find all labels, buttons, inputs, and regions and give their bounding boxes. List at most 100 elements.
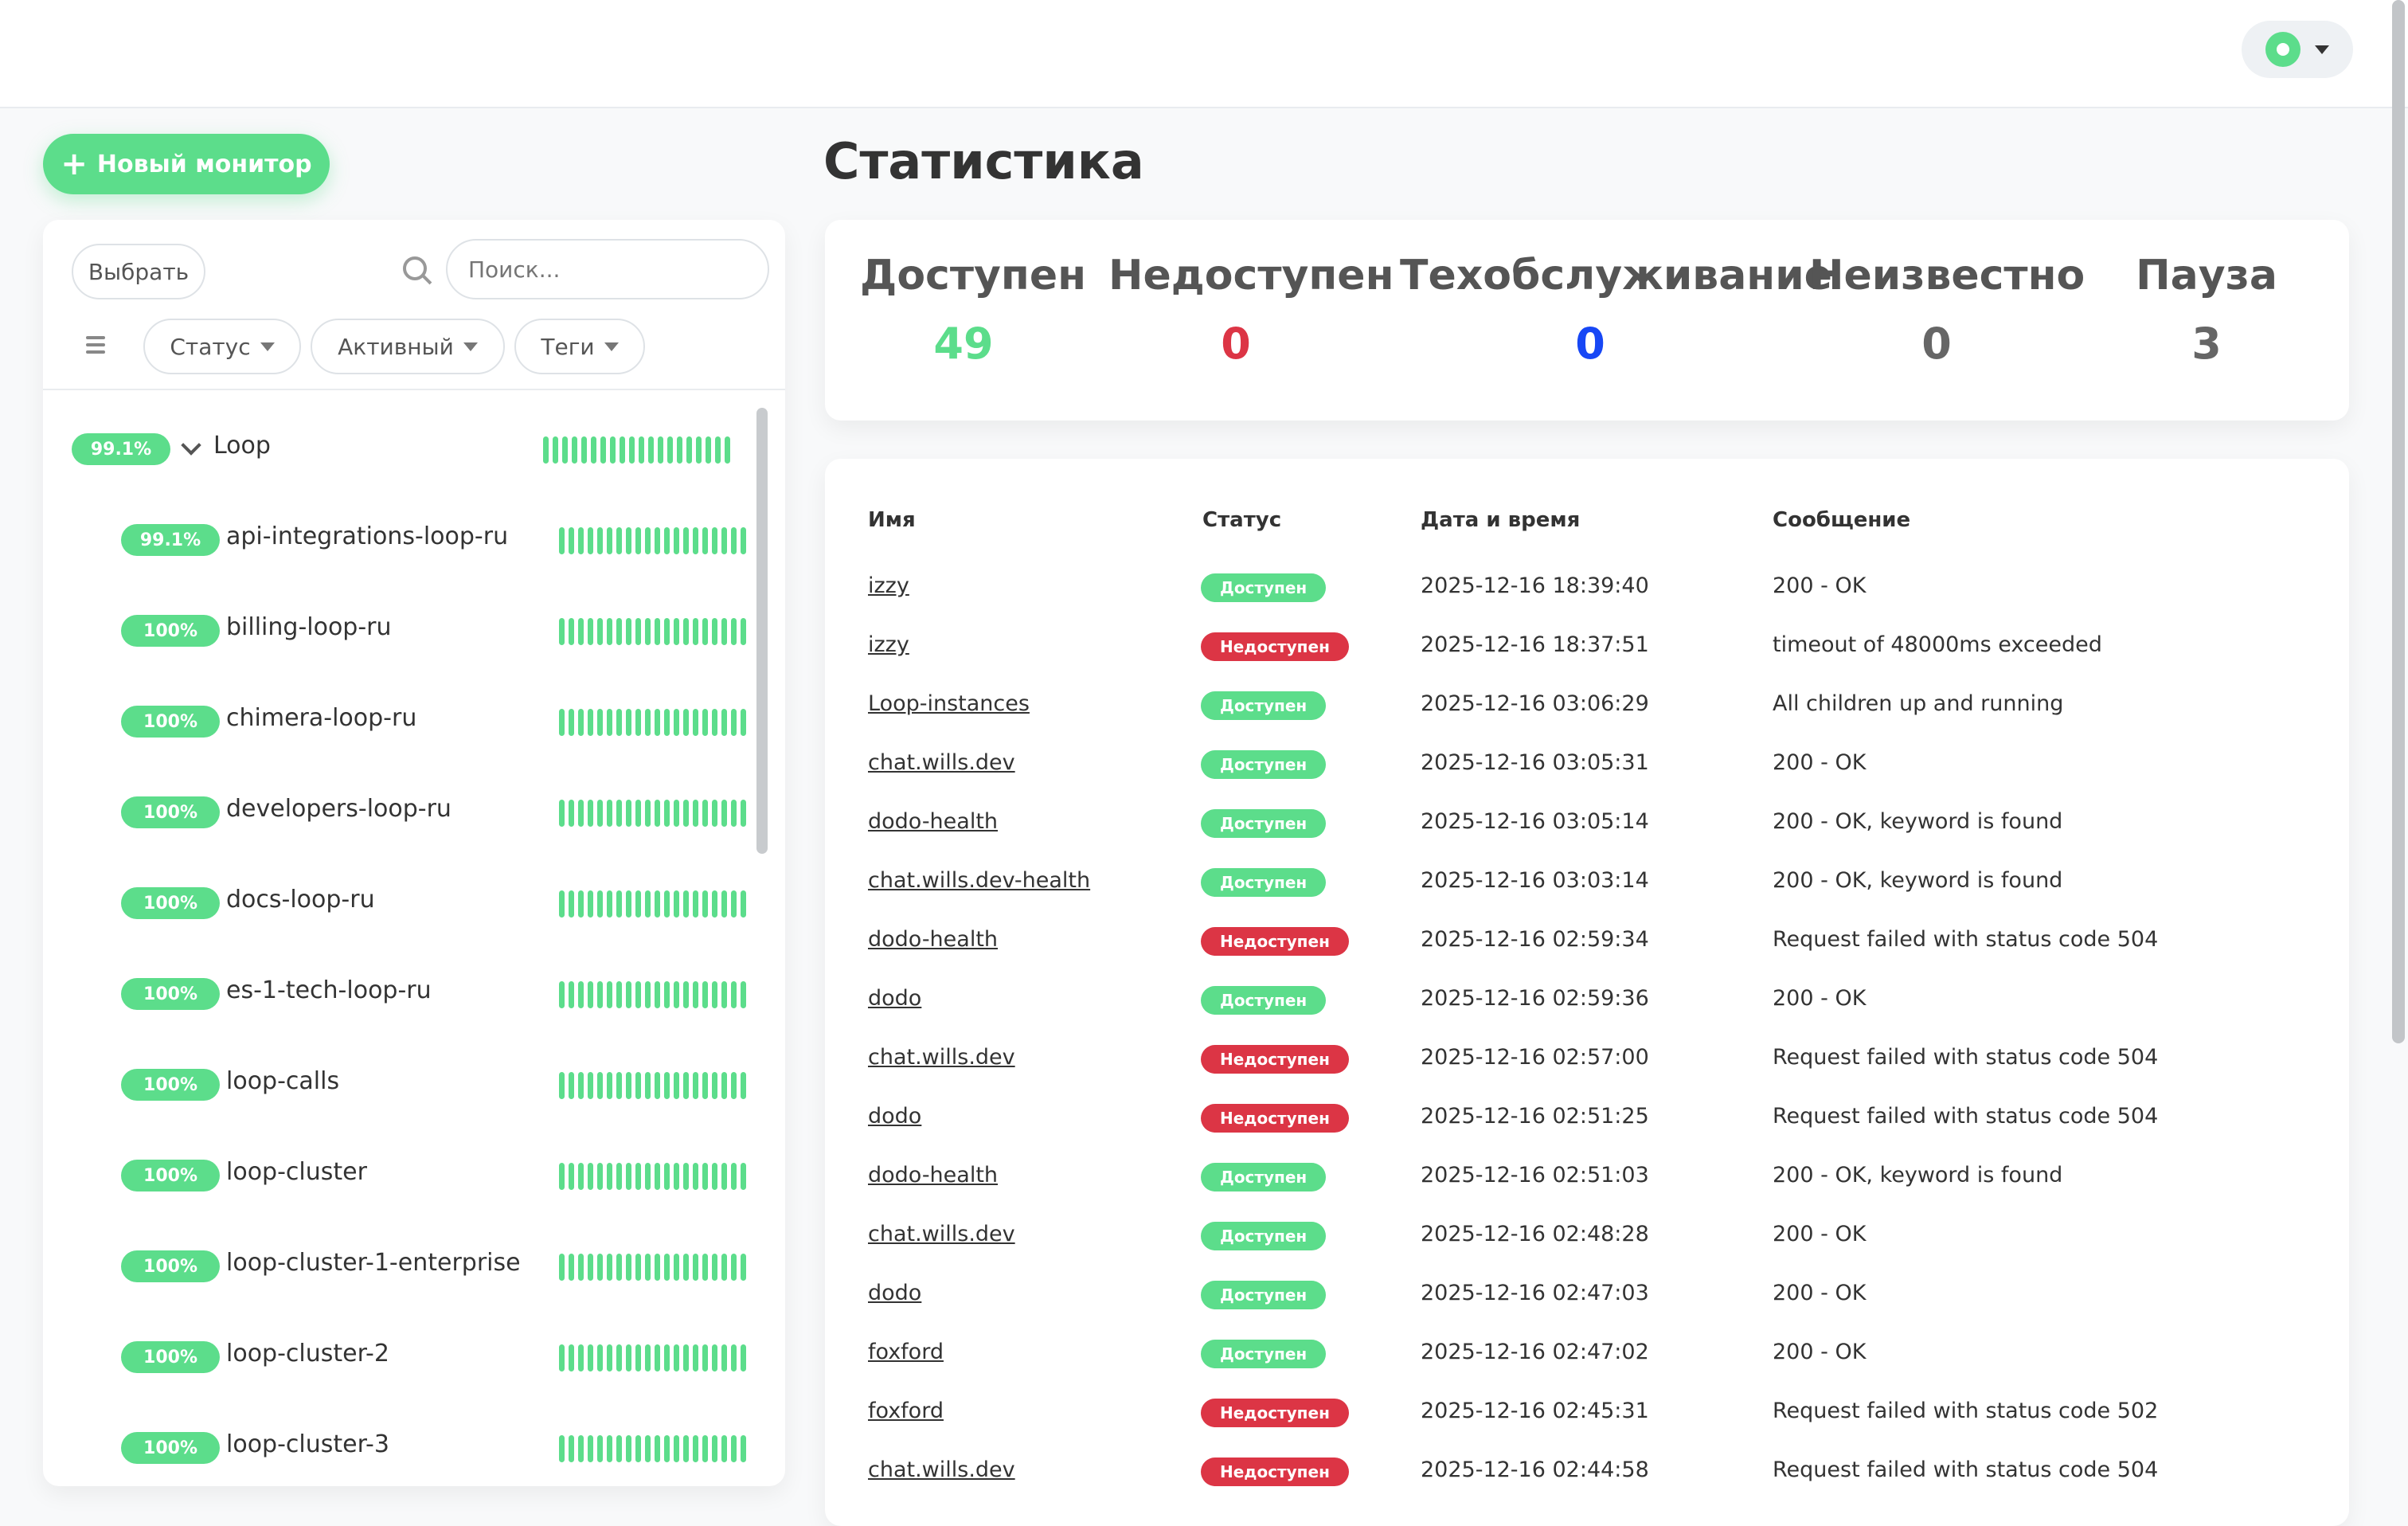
event-status-badge: Доступен [1201,750,1327,779]
heartbeat-tick [674,709,679,736]
event-monitor-link[interactable]: Loop-instances [868,691,1030,716]
event-datetime: 2025-12-16 02:44:58 [1421,1458,1649,1482]
heartbeat-tick [588,618,593,645]
monitor-item[interactable]: 100% docs-loop-ru [43,859,785,949]
uptime-badge: 100% [121,978,220,1010]
event-monitor-link[interactable]: chat.wills.dev-health [868,868,1090,893]
heartbeat-tick [712,1163,717,1190]
monitor-item[interactable]: 100% loop-cluster-1-enterprise [43,1222,785,1313]
event-status-badge: Доступен [1201,1163,1327,1191]
heartbeat-tick [607,618,612,645]
event-status-badge: Доступен [1201,1340,1327,1368]
heartbeat-tick [712,618,717,645]
heartbeat-tick [674,981,679,1008]
heartbeat-tick [693,800,698,827]
monitor-item[interactable]: 99.1% api-integrations-loop-ru [43,495,785,586]
important-events-table: Имя Статус Дата и время Сообщение izzy До… [825,459,2349,1526]
monitor-item[interactable]: 100% chimera-loop-ru [43,677,785,768]
uptime-badge: 100% [121,1160,220,1191]
heartbeat-tick [674,890,679,918]
heartbeat-tick [626,1072,631,1099]
select-all-checkbox-icon[interactable] [86,336,105,354]
monitor-item[interactable]: 100% loop-calls [43,1040,785,1131]
monitor-name: loop-cluster-2 [226,1340,389,1368]
event-monitor-link[interactable]: dodo [868,1104,921,1129]
event-monitor-link[interactable]: dodo-health [868,927,998,952]
monitor-item[interactable]: 100% loop-cluster-2 [43,1313,785,1403]
heartbeat-bar [559,709,746,736]
monitor-item[interactable]: 100% billing-loop-ru [43,586,785,677]
event-message: 200 - OK, keyword is found [1773,1163,2063,1188]
active-filter-dropdown[interactable]: Активный [311,319,505,374]
event-datetime: 2025-12-16 18:37:51 [1421,632,1649,657]
heartbeat-tick [559,800,565,827]
page-scrollbar[interactable] [2392,0,2405,1043]
event-datetime: 2025-12-16 02:57:00 [1421,1045,1649,1070]
heartbeat-tick [664,709,670,736]
event-monitor-link[interactable]: chat.wills.dev [868,1045,1015,1070]
monitor-item[interactable]: 100% loop-cluster-3 [43,1403,785,1486]
heartbeat-tick [620,436,625,464]
heartbeat-tick [569,1435,574,1462]
monitor-name: docs-loop-ru [226,886,375,914]
search-icon [403,256,427,280]
uptime-badge: 100% [121,615,220,647]
event-monitor-link[interactable]: dodo [868,986,921,1011]
heartbeat-tick [626,709,631,736]
event-monitor-link[interactable]: foxford [868,1340,944,1364]
heartbeat-tick [559,709,565,736]
profile-dropdown[interactable] [2242,21,2353,78]
heartbeat-tick [578,709,584,736]
event-row: dodo-health Доступен 2025-12-16 02:51:03 20… [825,1152,2349,1211]
event-message: Request failed with status code 502 [1773,1399,2159,1423]
heartbeat-tick [569,1254,574,1281]
chevron-down-icon[interactable] [181,435,201,456]
event-monitor-link[interactable]: foxford [868,1399,944,1423]
heartbeat-tick [645,800,651,827]
heartbeat-tick [559,981,565,1008]
heartbeat-tick [693,1254,698,1281]
event-status-badge: Доступен [1201,1222,1327,1250]
event-monitor-link[interactable]: izzy [868,632,909,657]
event-datetime: 2025-12-16 02:45:31 [1421,1399,1649,1423]
tags-filter-dropdown[interactable]: Теги [514,319,645,374]
search-input[interactable] [446,239,769,299]
heartbeat-tick [578,890,584,918]
heartbeat-bar [559,1254,746,1281]
heartbeat-tick [725,436,730,464]
heartbeat-tick [578,800,584,827]
event-monitor-link[interactable]: dodo-health [868,1163,998,1188]
heartbeat-tick [702,1254,708,1281]
event-monitor-link[interactable]: izzy [868,573,909,598]
heartbeat-tick [569,709,574,736]
monitor-list-scrollbar[interactable] [756,408,768,854]
heartbeat-tick [635,1435,641,1462]
monitor-item[interactable]: 100% developers-loop-ru [43,768,785,859]
event-message: Request failed with status code 504 [1773,1458,2159,1482]
event-row: foxford Доступен 2025-12-16 02:47:02 200 - … [825,1328,2349,1387]
select-button[interactable]: Выбрать [72,244,205,299]
monitor-group-loop[interactable]: 99.1% Loop [43,405,785,495]
event-message: 200 - OK [1773,986,1867,1011]
event-monitor-link[interactable]: dodo-health [868,809,998,834]
stat-unknown-value: 0 [1921,319,1952,369]
event-monitor-link[interactable]: chat.wills.dev [868,750,1015,775]
heartbeat-tick [683,1344,689,1371]
event-message: 200 - OK [1773,1222,1867,1246]
event-row: dodo Доступен 2025-12-16 02:47:03 200 - OK [825,1270,2349,1328]
stat-down-value: 0 [1221,319,1251,369]
stat-up: Доступен 49 [860,252,1086,369]
heartbeat-tick [693,527,698,554]
heartbeat-tick [635,1344,641,1371]
heartbeat-tick [655,981,660,1008]
new-monitor-button[interactable]: + Новый монитор [43,134,330,194]
heartbeat-tick [569,981,574,1008]
event-row: chat.wills.dev Недоступен 2025-12-16 02:57… [825,1034,2349,1093]
heartbeat-bar [559,981,746,1008]
event-monitor-link[interactable]: dodo [868,1281,921,1305]
status-filter-dropdown[interactable]: Статус [143,319,301,374]
event-monitor-link[interactable]: chat.wills.dev [868,1458,1015,1482]
monitor-item[interactable]: 100% loop-cluster [43,1131,785,1222]
event-monitor-link[interactable]: chat.wills.dev [868,1222,1015,1246]
monitor-item[interactable]: 100% es-1-tech-loop-ru [43,949,785,1040]
